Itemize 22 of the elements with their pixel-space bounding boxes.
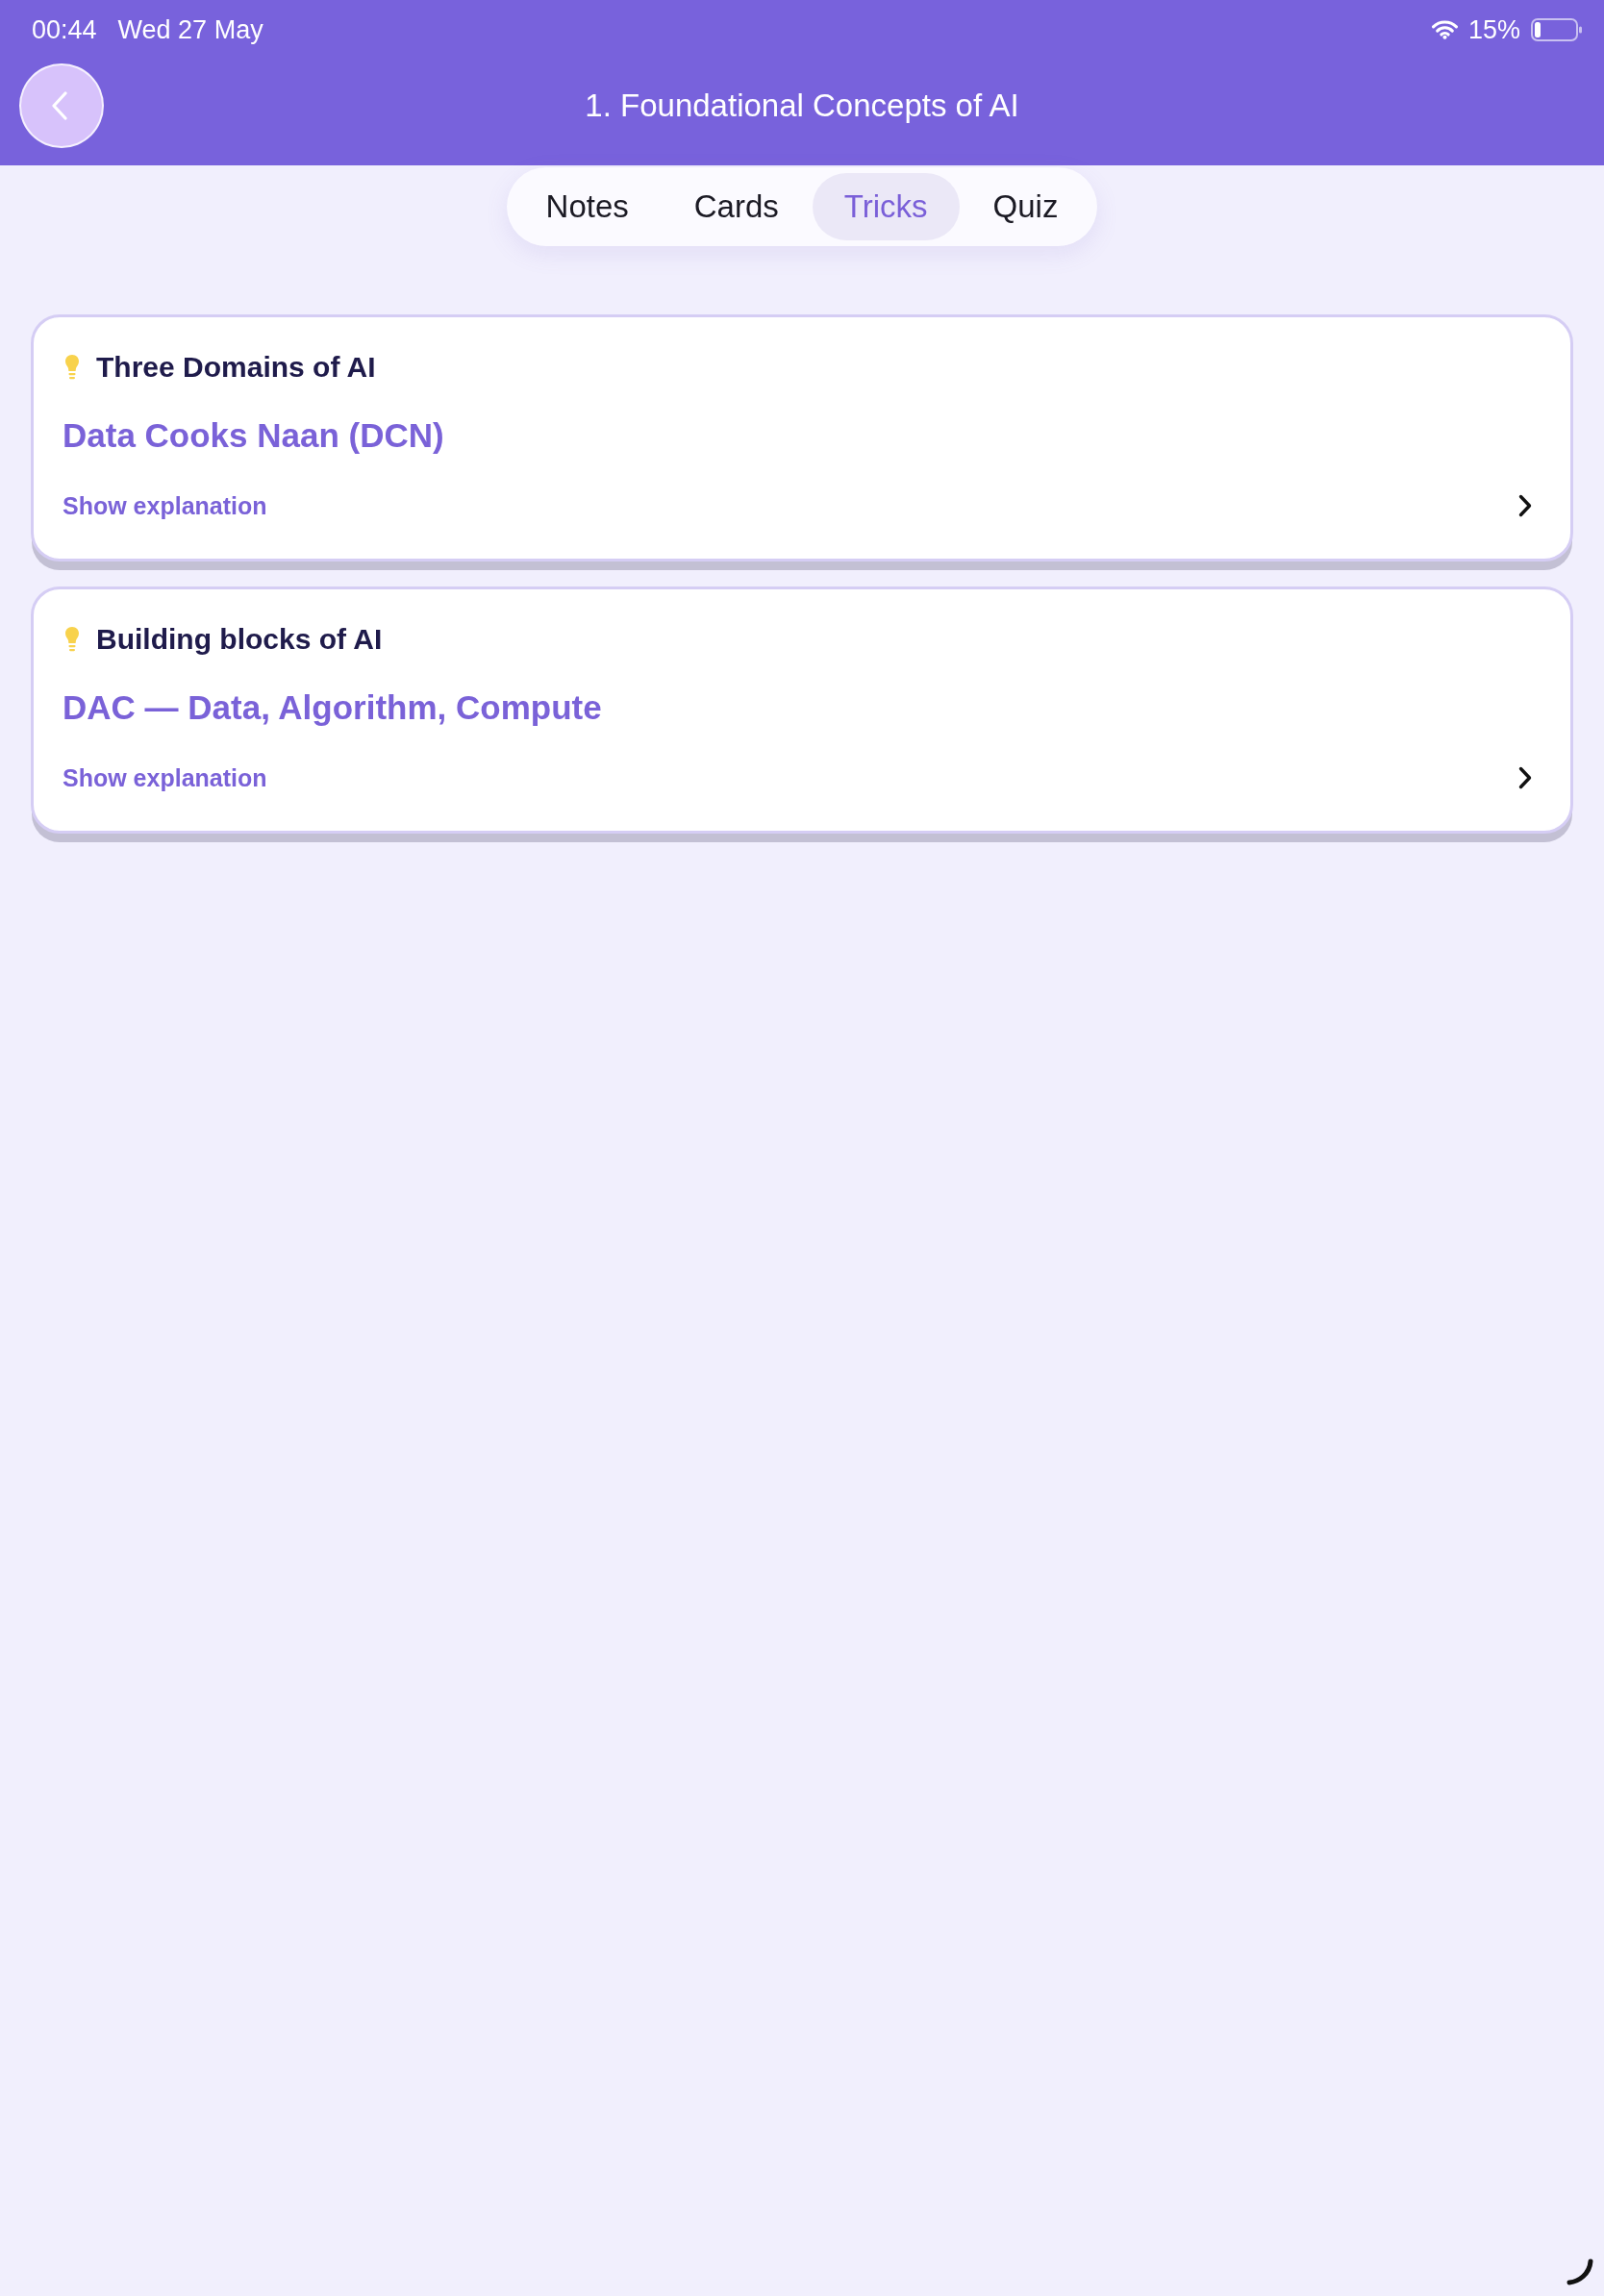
chevron-left-icon (52, 91, 67, 120)
mnemonic-text: DAC — Data, Algorithm, Compute (63, 687, 603, 728)
chevron-right-icon[interactable] (1518, 766, 1532, 789)
battery-percent: 15% (1467, 14, 1520, 45)
show-explanation-link[interactable]: Show explanation (63, 761, 267, 794)
show-explanation-link[interactable]: Show explanation (63, 489, 267, 522)
mnemonic-text: Data Cooks Naan (DCN) (63, 415, 445, 456)
trick-title: Three Domains of AI (96, 350, 376, 385)
screen-title: 1. Foundational Concepts of AI (585, 87, 1019, 124)
status-time: 00:44 (32, 14, 97, 45)
tab[interactable]: Tricks (812, 173, 960, 240)
battery-icon (1531, 18, 1583, 41)
tab[interactable]: Quiz (961, 173, 1090, 240)
tab[interactable]: Cards (662, 173, 811, 240)
status-date: Wed 27 May (117, 14, 263, 45)
lightbulb-icon (64, 626, 80, 653)
lightbulb-icon (64, 354, 80, 381)
tab[interactable]: Notes (514, 173, 661, 240)
resize-handle-icon[interactable] (1566, 2258, 1594, 2286)
chevron-right-icon[interactable] (1518, 494, 1532, 517)
trick-title: Building blocks of AI (96, 622, 383, 657)
wifi-icon (1431, 20, 1458, 39)
